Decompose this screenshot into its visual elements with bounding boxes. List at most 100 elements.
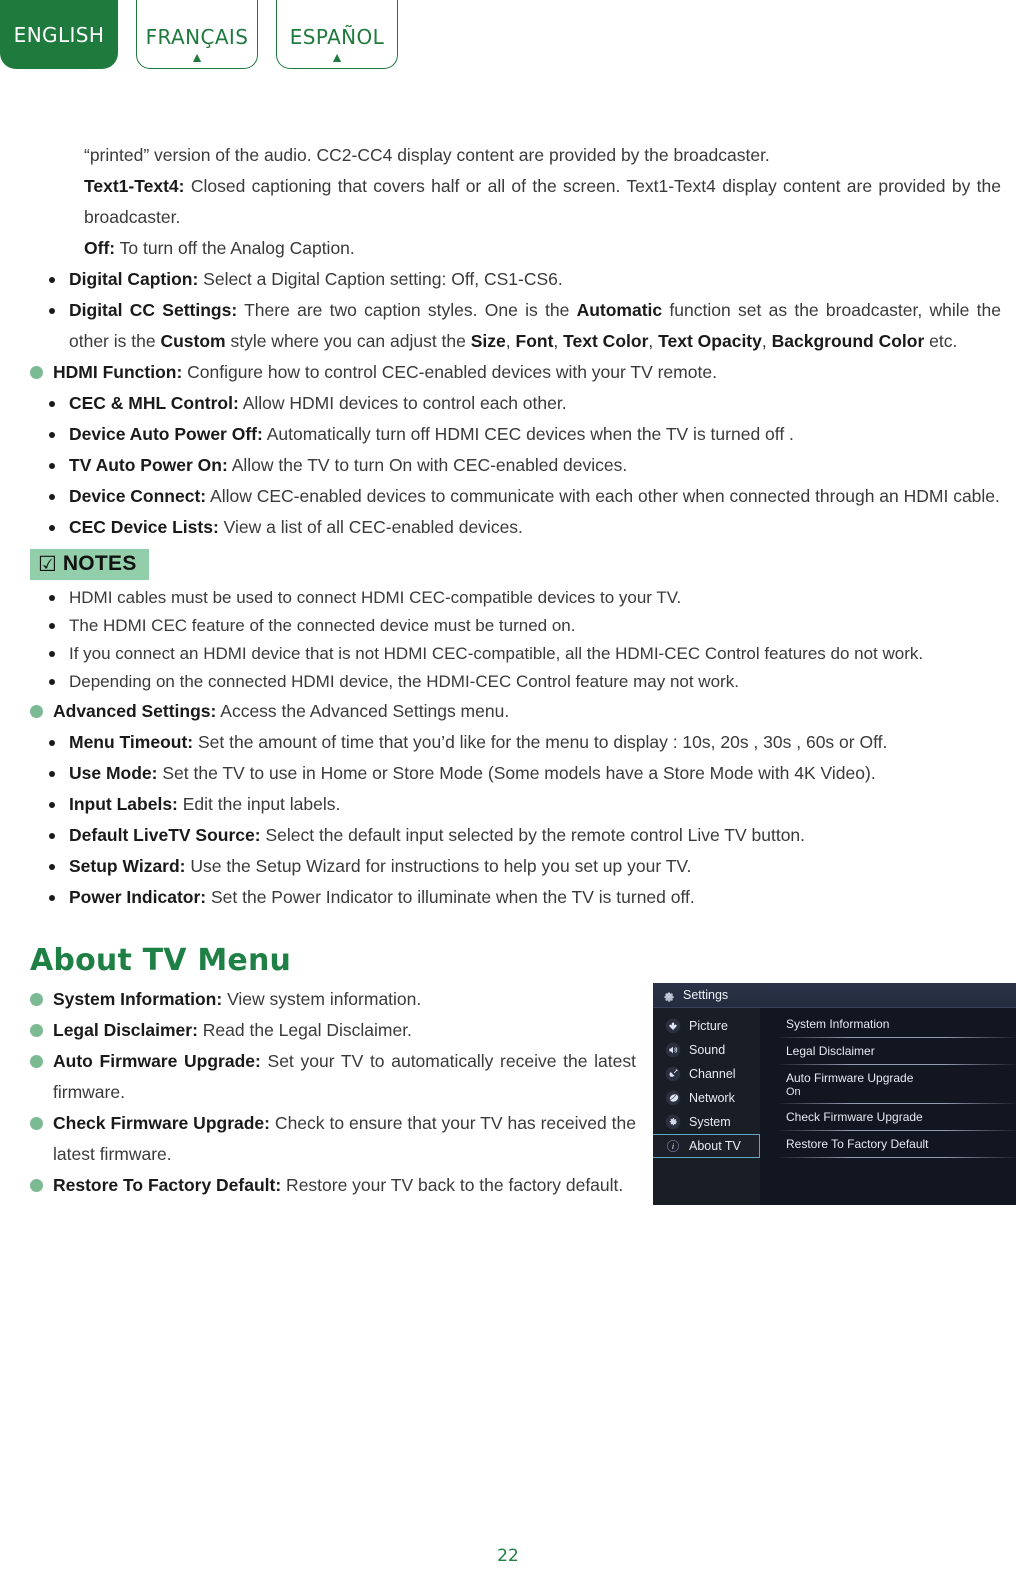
language-tab-francais[interactable]: FRANÇAIS ▲ [136,0,258,69]
item-text: Power Indicator: Set the Power Indicator… [69,887,695,907]
item-text: Digital Caption: Select a Digital Captio… [69,269,563,289]
note-item: If you connect an HDMI device that is no… [49,640,1001,668]
dot-bullet-icon [49,463,55,469]
svg-text:i: i [672,1142,674,1151]
list-item-digital-caption: Digital Caption: Select a Digital Captio… [49,264,1001,295]
dot-bullet-icon [49,595,55,601]
tv-option-label: Auto Firmware Upgrade [786,1071,914,1085]
tv-option-label: Check Firmware Upgrade [786,1110,923,1124]
note-text: HDMI cables must be used to connect HDMI… [69,588,682,607]
tv-option-label: Legal Disclaimer [786,1044,875,1058]
tv-option-restore-to-factory-default[interactable]: Restore To Factory Default [760,1134,1016,1154]
item-text: Check Firmware Upgrade: Check to ensure … [53,1113,636,1164]
green-bullet-icon [30,705,43,718]
note-item: The HDMI CEC feature of the connected de… [49,612,1001,640]
term-label: Use Mode: [69,763,158,783]
term-label: Digital CC Settings: [69,300,238,320]
green-bullet-icon [30,993,43,1006]
tv-sidebar-item-label: Sound [689,1043,726,1057]
tv-sidebar-item-system[interactable]: System [653,1110,760,1134]
list-item-cec-mhl-control: CEC & MHL Control: Allow HDMI devices to… [49,388,1001,419]
tv-sidebar-item-picture[interactable]: Picture [653,1014,760,1038]
language-tab-francais-label: FRANÇAIS [145,25,249,49]
term-label: Check Firmware Upgrade: [53,1113,270,1133]
item-text: Device Auto Power Off: Automatically tur… [69,424,794,444]
gear-icon [661,988,676,1003]
term-label: System Information: [53,989,223,1009]
tv-option-value: On [786,1086,801,1098]
tv-sidebar-item-label: Network [689,1091,735,1105]
picture-icon [665,1018,681,1034]
term-label: Menu Timeout: [69,732,194,752]
term-label: CEC Device Lists: [69,517,219,537]
term-label: Restore To Factory Default: [53,1175,282,1195]
note-item: HDMI cables must be used to connect HDMI… [49,584,1001,612]
dot-bullet-icon [49,308,55,314]
term-label: Advanced Settings: [53,701,217,721]
tv-sidebar-item-channel[interactable]: Channel [653,1062,760,1086]
term-label: Default LiveTV Source: [69,825,261,845]
list-item-check-firmware-upgrade: Check Firmware Upgrade: Check to ensure … [30,1108,636,1170]
paragraph-text1-text4: Text1-Text4: Closed captioning that cove… [84,176,1001,227]
item-text: Digital CC Settings: There are two capti… [69,300,1001,351]
item-text: Restore To Factory Default: Restore your… [53,1175,624,1195]
item-text: TV Auto Power On: Allow the TV to turn O… [69,455,628,475]
list-item-restore-to-factory-default: Restore To Factory Default: Restore your… [30,1170,636,1201]
language-tab-espanol[interactable]: ESPAÑOL ▲ [276,0,398,69]
item-text: Device Connect: Allow CEC-enabled device… [69,486,1000,506]
green-bullet-icon [30,366,43,379]
item-text: Legal Disclaimer: Read the Legal Disclai… [53,1020,412,1040]
dot-bullet-icon [49,833,55,839]
list-item-device-auto-power-off: Device Auto Power Off: Automatically tur… [49,419,1001,450]
list-item-hdmi-function: HDMI Function: Configure how to control … [30,357,1001,388]
item-text: Auto Firmware Upgrade: Set your TV to au… [53,1051,636,1102]
term-label: Text1-Text4: [84,176,185,196]
tv-sidebar-item-label: Picture [689,1019,728,1033]
dot-bullet-icon [49,651,55,657]
tv-option-label: Restore To Factory Default [786,1137,929,1151]
item-text: Default LiveTV Source: Select the defaul… [69,825,806,845]
checked-box-icon: ☑ [38,552,57,576]
item-text: Menu Timeout: Set the amount of time tha… [69,732,888,752]
item-text: HDMI Function: Configure how to control … [53,362,717,382]
dot-bullet-icon [49,432,55,438]
list-item-system-information: System Information: View system informat… [30,984,636,1015]
dot-bullet-icon [49,494,55,500]
tv-settings-header: Settings [653,983,1016,1008]
green-bullet-icon [30,1179,43,1192]
item-text: Input Labels: Edit the input labels. [69,794,341,814]
tv-settings-sidebar: Picture Sound Channel Network System i About T… [653,1008,760,1205]
tv-sidebar-item-about-tv[interactable]: i About TV [653,1134,760,1158]
term-label: TV Auto Power On: [69,455,228,475]
tv-option-auto-firmware-upgrade[interactable]: Auto Firmware Upgrade On [760,1068,1016,1100]
tv-sidebar-item-sound[interactable]: Sound [653,1038,760,1062]
tv-option-check-firmware-upgrade[interactable]: Check Firmware Upgrade [760,1107,1016,1127]
term-label: Device Connect: [69,486,207,506]
term-label: CEC & MHL Control: [69,393,239,413]
tv-option-separator [780,1157,1016,1158]
notes-badge: ☑ NOTES [30,549,149,580]
note-text: If you connect an HDMI device that is no… [69,644,924,663]
term-label: Off: [84,238,116,258]
green-bullet-icon [30,1024,43,1037]
tv-option-separator [780,1130,1016,1131]
tv-sidebar-item-network[interactable]: Network [653,1086,760,1110]
list-item-menu-timeout: Menu Timeout: Set the amount of time tha… [49,727,1001,758]
tv-option-label: System Information [786,1017,890,1031]
term-label: Digital Caption: [69,269,199,289]
note-item: Depending on the connected HDMI device, … [49,668,1001,696]
bullet-list-advanced-settings: Advanced Settings: Access the Advanced S… [16,696,1001,913]
dot-bullet-icon [49,623,55,629]
term-label: Device Auto Power Off: [69,424,263,444]
page-number: 22 [497,1546,519,1566]
tv-sidebar-item-label: About TV [689,1139,741,1153]
notes-label: NOTES [62,552,137,575]
bullet-list-about-tv: System Information: View system informat… [16,984,636,1201]
term-label: Input Labels: [69,794,178,814]
list-item-default-livetv-source: Default LiveTV Source: Select the defaul… [49,820,1001,851]
tv-option-system-information[interactable]: System Information [760,1014,1016,1034]
tv-settings-options-pane: System Information Legal Disclaimer Auto F… [760,1008,1016,1205]
language-tab-english[interactable]: ENGLISH [0,0,118,69]
paragraph-printed-version: “printed” version of the audio. CC2-CC4 … [84,145,770,165]
tv-option-legal-disclaimer[interactable]: Legal Disclaimer [760,1041,1016,1061]
